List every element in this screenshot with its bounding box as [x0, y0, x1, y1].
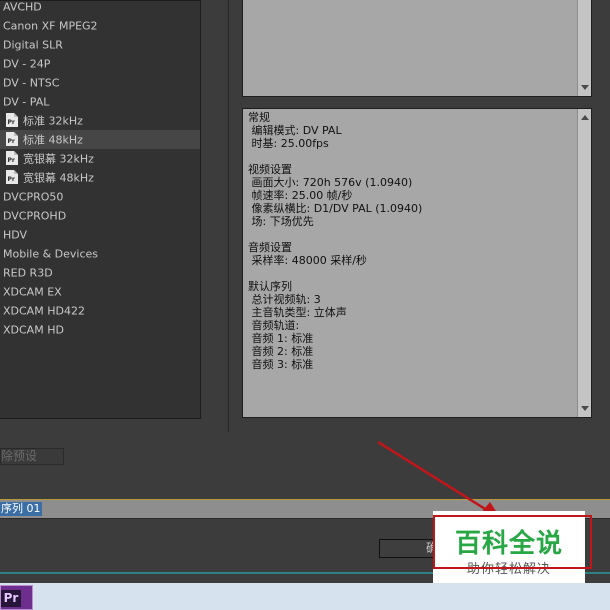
taskbar: [0, 583, 610, 610]
preset-label: DV - 24P: [3, 57, 51, 71]
preset-file-icon: Pr: [6, 151, 18, 165]
watermark-title: 百科全说: [454, 529, 563, 559]
description-line: 主音轨类型: 立体声: [248, 306, 347, 319]
preset-folder-item[interactable]: DV - PAL: [0, 92, 200, 111]
preset-label: XDCAM HD: [3, 323, 64, 337]
description-line: 总计视频轨: 3: [248, 293, 321, 306]
description-line: 采样率: 48000 采样/秒: [248, 254, 367, 267]
description-line: 画面大小: 720h 576v (1.0940): [248, 176, 413, 189]
preset-file-item[interactable]: Pr 宽银幕 32kHz: [0, 149, 200, 168]
premiere-taskbar-button[interactable]: Pr: [0, 585, 33, 610]
premiere-app-icon: Pr: [1, 590, 21, 607]
preset-label: RED R3D: [3, 266, 53, 280]
svg-text:Pr: Pr: [8, 176, 15, 183]
preset-label: Canon XF MPEG2: [3, 19, 98, 33]
preset-label: DVCPRO50: [3, 190, 64, 204]
preset-folder-item[interactable]: DV - NTSC: [0, 73, 200, 92]
preset-preview-box: [242, 0, 592, 97]
svg-text:Pr: Pr: [8, 157, 15, 164]
preset-list[interactable]: AVCHD Canon XF MPEG2 Digital SLR DV - 24P DV…: [0, 0, 201, 419]
watermark-logo: 百科全说 助你轻松解决: [433, 511, 585, 583]
preview-scrollbar[interactable]: [577, 0, 591, 96]
preset-file-item[interactable]: Pr 标准 48kHz: [0, 130, 200, 149]
watermark-subtitle: 助你轻松解决: [466, 562, 551, 577]
delete-preset-button[interactable]: 除预设: [0, 448, 64, 465]
svg-text:Pr: Pr: [8, 138, 15, 145]
preset-label: Mobile & Devices: [3, 247, 99, 261]
preset-label: 宽银幕 32kHz: [23, 152, 94, 166]
preset-folder-item[interactable]: Digital SLR: [0, 35, 200, 54]
preset-label: XDCAM HD422: [3, 304, 85, 318]
preset-file-icon: Pr: [6, 132, 18, 146]
sequence-name-value: 序列 01: [0, 502, 42, 516]
description-line: [248, 228, 573, 241]
description-line: [248, 267, 573, 280]
svg-text:Pr: Pr: [8, 119, 15, 126]
preset-label: 宽银幕 48kHz: [23, 171, 94, 185]
description-line: [248, 150, 573, 163]
description-line: 场: 下场优先: [248, 215, 314, 228]
description-line: 编辑模式: DV PAL: [248, 124, 342, 137]
preset-folder-item[interactable]: HDV: [0, 225, 200, 244]
preset-folder-item[interactable]: XDCAM HD: [0, 320, 200, 339]
description-line: 音频 1: 标准: [248, 332, 314, 345]
description-line: 音频设置: [248, 241, 292, 254]
preset-file-icon: Pr: [6, 113, 18, 127]
description-line: 帧速率: 25.00 帧/秒: [248, 189, 353, 202]
preset-file-icon: Pr: [6, 170, 18, 184]
preset-folder-item[interactable]: DVCPRO50: [0, 187, 200, 206]
preset-label: XDCAM EX: [3, 285, 62, 299]
description-line: 常规: [248, 111, 270, 124]
preset-description-box: 常规 编辑模式: DV PAL 时基: 25.00fps 视频设置 画面大小: 7…: [242, 108, 592, 418]
preset-folder-item[interactable]: DV - 24P: [0, 54, 200, 73]
preset-label: 标准 32kHz: [23, 114, 83, 128]
preset-label: DV - NTSC: [3, 76, 60, 90]
description-line: 音频 3: 标准: [248, 358, 314, 371]
preset-label: Digital SLR: [3, 38, 63, 52]
preset-folder-item[interactable]: AVCHD: [0, 0, 200, 16]
scroll-down-icon[interactable]: [581, 406, 589, 411]
preset-label: 标准 48kHz: [23, 133, 83, 147]
description-scrollbar[interactable]: [577, 109, 591, 417]
description-line: 音频轨道:: [248, 319, 300, 332]
preset-description-text: 常规 编辑模式: DV PAL 时基: 25.00fps 视频设置 画面大小: 7…: [248, 111, 573, 371]
preset-folder-item[interactable]: XDCAM HD422: [0, 301, 200, 320]
preset-label: DVCPROHD: [3, 209, 67, 223]
preset-file-item[interactable]: Pr 标准 32kHz: [0, 111, 200, 130]
preset-folder-item[interactable]: XDCAM EX: [0, 282, 200, 301]
preset-folder-item[interactable]: RED R3D: [0, 263, 200, 282]
description-line: 默认序列: [248, 280, 292, 293]
description-line: 时基: 25.00fps: [248, 137, 329, 150]
description-line: 像素纵横比: D1/DV PAL (1.0940): [248, 202, 423, 215]
scroll-down-icon[interactable]: [581, 85, 589, 90]
preset-label: DV - PAL: [3, 95, 50, 109]
preset-label: AVCHD: [3, 0, 42, 14]
preset-folder-item[interactable]: DVCPROHD: [0, 206, 200, 225]
preset-file-item[interactable]: Pr 宽银幕 48kHz: [0, 168, 200, 187]
scroll-up-icon[interactable]: [581, 115, 589, 120]
preset-label: HDV: [3, 228, 28, 242]
description-line: 音频 2: 标准: [248, 345, 314, 358]
preset-folder-item[interactable]: Canon XF MPEG2: [0, 16, 200, 35]
description-line: 视频设置: [248, 163, 292, 176]
preset-folder-item[interactable]: Mobile & Devices: [0, 244, 200, 263]
